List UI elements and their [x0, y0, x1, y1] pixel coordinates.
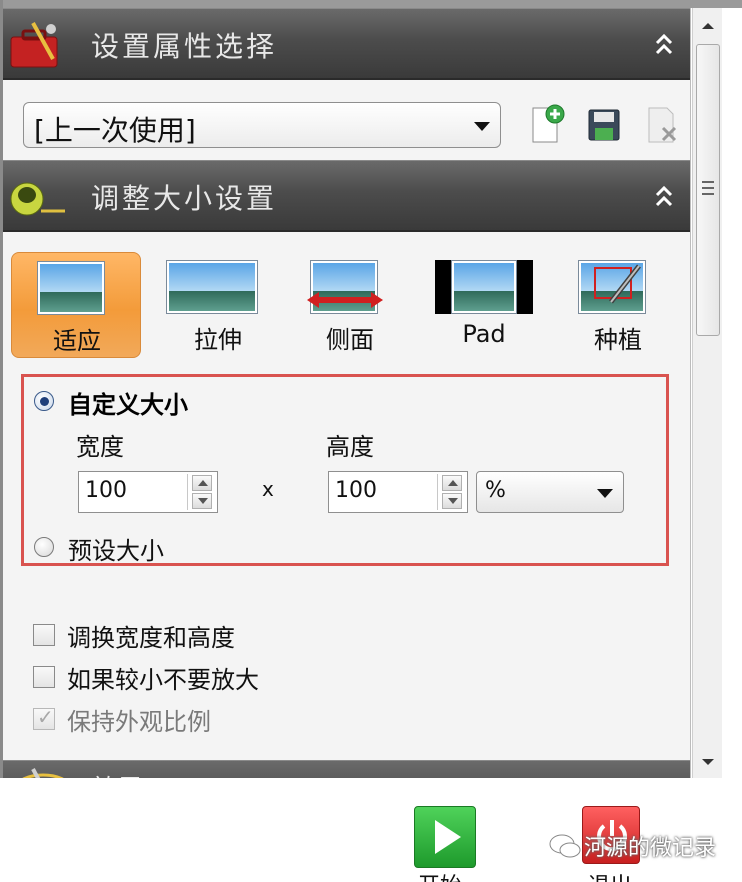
mode-label: 拉伸 — [194, 326, 242, 354]
preset-select-value: [上一次使用] — [34, 114, 196, 147]
mode-crop-button[interactable]: 种植 — [553, 252, 683, 358]
preset-select[interactable]: [上一次使用] — [23, 102, 501, 148]
keep-aspect-label: 保持外观比例 — [67, 708, 211, 736]
effects-header-title: 效果 — [91, 769, 143, 778]
delete-preset-icon[interactable] — [643, 102, 683, 146]
new-preset-icon[interactable] — [527, 102, 567, 146]
save-icon[interactable] — [585, 102, 625, 146]
start-label: 开始 — [418, 868, 462, 882]
collapse-icon[interactable] — [653, 31, 675, 59]
swap-dimensions-checkbox[interactable] — [33, 624, 55, 646]
play-icon — [435, 820, 461, 854]
crop-pen-icon — [594, 264, 641, 304]
unit-value: % — [485, 478, 506, 503]
no-enlarge-label: 如果较小不要放大 — [67, 666, 259, 694]
scroll-down-icon[interactable] — [696, 750, 720, 774]
landscape-icon — [435, 260, 533, 314]
landscape-icon — [37, 261, 105, 315]
mode-fit-button[interactable]: 适应 — [11, 252, 141, 358]
resize-header-title: 调整大小设置 — [91, 182, 278, 215]
mode-pad-button[interactable]: Pad — [419, 252, 549, 358]
scroll-up-icon[interactable] — [696, 14, 720, 38]
width-value: 100 — [85, 478, 127, 503]
mode-side-button[interactable]: 侧面 — [285, 252, 415, 358]
settings-header[interactable]: 设置属性选择 — [3, 8, 690, 80]
size-separator: x — [262, 477, 274, 501]
mode-label: Pad — [462, 320, 506, 348]
effects-header[interactable]: 效果 — [3, 760, 690, 778]
watermark-text: 河源的微记录 — [584, 836, 717, 861]
preset-size-radio[interactable] — [34, 537, 54, 557]
no-enlarge-checkbox[interactable] — [33, 666, 55, 688]
custom-size-group: 自定义大小 宽度 高度 100 x 100 % 预设大小 — [21, 374, 669, 566]
spin-up-button[interactable] — [192, 475, 212, 491]
mode-label: 侧面 — [326, 326, 374, 354]
vertical-scrollbar[interactable] — [692, 8, 722, 778]
exit-label: 退出 — [588, 868, 632, 882]
chevron-down-icon — [597, 489, 613, 498]
swap-dimensions-label: 调换宽度和高度 — [67, 624, 235, 652]
resize-header[interactable]: 调整大小设置 — [3, 160, 690, 232]
width-stepper[interactable]: 100 — [78, 471, 218, 513]
mode-stretch-button[interactable]: 拉伸 — [153, 252, 283, 358]
effects-tool-icon — [22, 768, 64, 778]
settings-panel: 设置属性选择 [上一次使用] 调整大小设置 适应 拉伸 侧面 Pad 种植 自定… — [3, 8, 691, 778]
custom-size-label: 自定义大小 — [68, 391, 188, 419]
preset-size-label: 预设大小 — [68, 537, 164, 565]
wechat-icon — [549, 834, 581, 858]
width-label: 宽度 — [76, 433, 124, 461]
height-stepper[interactable]: 100 — [328, 471, 468, 513]
height-value: 100 — [335, 478, 377, 503]
scroll-thumb[interactable] — [696, 44, 720, 336]
chevron-down-icon — [474, 122, 490, 131]
keep-aspect-checkbox[interactable]: ✓ — [33, 705, 55, 730]
landscape-icon — [166, 260, 258, 314]
mode-label: 种植 — [594, 326, 642, 354]
resize-tool-icon — [10, 182, 65, 216]
action-bar: 开始 退出 河源的微记录 — [0, 778, 742, 882]
settings-header-title: 设置属性选择 — [91, 30, 278, 63]
double-arrow-icon — [307, 292, 383, 308]
window-top-frame — [0, 0, 742, 8]
spin-down-button[interactable] — [442, 493, 462, 509]
height-label: 高度 — [326, 433, 374, 461]
preset-row: [上一次使用] — [3, 88, 690, 160]
check-icon: ✓ — [37, 705, 54, 729]
spin-up-button[interactable] — [442, 475, 462, 491]
toolbox-icon — [10, 22, 58, 68]
spin-down-button[interactable] — [192, 493, 212, 509]
resize-settings-body: 适应 拉伸 侧面 Pad 种植 自定义大小 宽度 高度 100 x 100 % … — [3, 234, 690, 778]
start-button[interactable] — [414, 806, 476, 868]
mode-label: 适应 — [53, 327, 101, 355]
custom-size-radio[interactable] — [34, 391, 54, 411]
unit-select[interactable]: % — [476, 471, 624, 513]
collapse-icon[interactable] — [653, 183, 675, 211]
